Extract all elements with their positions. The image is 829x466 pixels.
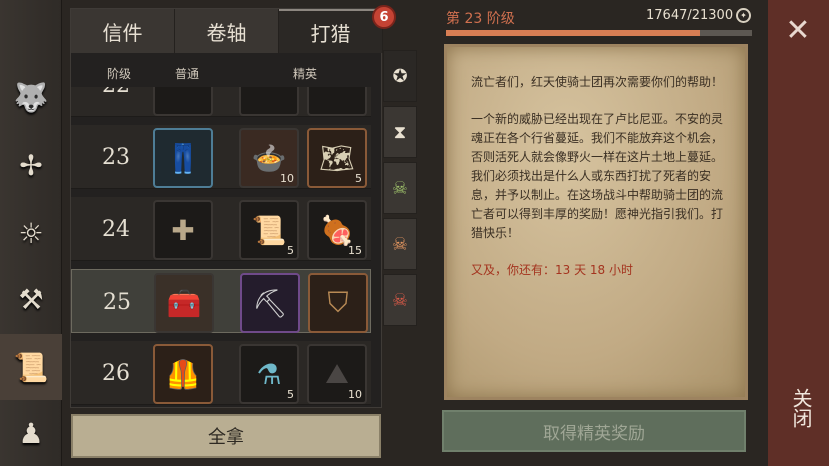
sidebar-item-events[interactable]: 📜 (0, 334, 62, 400)
reward-rows[interactable]: 22 23 👖 🍲 10 🗺 5 24 ✚ (71, 87, 383, 405)
reward-slot-elite[interactable]: 🗺 5 (307, 128, 367, 188)
skull-green-icon: ☠ (391, 177, 409, 199)
letter-intro: 流亡者们，红天使骑士团再次需要你们的帮助！ (471, 75, 724, 89)
hourglass-icon: ⧗ (393, 121, 407, 143)
stage-progress-fill (446, 30, 700, 36)
row-level: 23 (102, 144, 130, 170)
character-icon: ♟ (18, 416, 44, 450)
tab-scrolls[interactable]: 卷轴 (175, 9, 279, 53)
star-badge-icon: ✪ (392, 65, 408, 87)
reward-slot-normal[interactable]: 🦺 (153, 344, 213, 404)
empty-slot[interactable] (153, 87, 213, 116)
stage-progress-bar (446, 30, 752, 36)
claim-elite-rewards-button[interactable]: 取得精英奖励 (442, 410, 746, 452)
reward-slot-elite[interactable]: ⛉ (308, 273, 368, 333)
close-panel[interactable]: ✕ 关闭 (768, 0, 829, 466)
empty-slot[interactable] (307, 87, 367, 116)
stage-points: 17647/21300 (646, 8, 734, 23)
stew-bowl-icon: 🍲 (251, 141, 287, 175)
sidebar-item-emblem[interactable]: ✢ (0, 132, 62, 198)
side-button-skull-red[interactable]: ☠ (383, 274, 417, 326)
scroll-icon: 📜 (13, 350, 49, 384)
sidebar-item-wolf[interactable]: 🐺 (0, 64, 62, 130)
table-header: 阶级 普通 精英 (71, 57, 383, 87)
tab-bar: 信件 卷轴 打猎 6 (71, 5, 396, 53)
pants-icon: 👖 (165, 141, 201, 175)
reward-slot-elite[interactable]: 🍲 10 (239, 128, 299, 188)
reward-slot-elite[interactable]: 🍖 15 (307, 200, 367, 260)
letter-body: 一个新的威胁已经出现在了卢比尼亚。不安的灵魂正在各个行省蔓延。我们不能放弃这个机… (471, 112, 724, 240)
row-level: 24 (102, 216, 130, 242)
table-row: 24 ✚ 📜 5 🍖 15 (71, 197, 371, 261)
emblem-icon: ✢ (19, 148, 43, 182)
potion-icon: ⚗ (256, 357, 282, 391)
sidebar-item-craft[interactable]: ⚒ (0, 266, 62, 332)
chest-icon: 🧰 (166, 286, 202, 320)
reward-slot-elite[interactable]: 📜 5 (239, 200, 299, 260)
collect-all-button[interactable]: 全拿 (71, 414, 381, 458)
points-coin-icon: ✦ (736, 8, 751, 23)
side-button-hourglass[interactable]: ⧗ (383, 106, 417, 158)
left-sidebar: 🐺 ✢ ☼ ⚒ 📜 ♟ (0, 0, 62, 466)
blueprint-scroll-icon: 📜 (251, 213, 287, 247)
hammer-icon: ⚒ (18, 282, 44, 316)
row-level: 26 (102, 360, 130, 386)
sidebar-item-character[interactable]: ♟ (0, 400, 62, 466)
ore-pile-icon: ⛰ (325, 357, 349, 390)
side-button-skull-orange[interactable]: ☠ (383, 218, 417, 270)
reward-slot-normal[interactable]: 👖 (153, 128, 213, 188)
close-label[interactable]: 关闭 (782, 388, 816, 428)
side-filter-column: ✪ ⧗ ☠ ☠ ☠ (383, 50, 417, 330)
reward-slot-normal[interactable]: 🧰 (154, 273, 214, 333)
reward-slot-elite[interactable]: ⛰ 10 (307, 344, 367, 404)
column-header-normal: 普通 (175, 67, 200, 81)
skull-red-icon: ☠ (391, 289, 409, 311)
sun-book-icon: ☼ (18, 216, 44, 250)
time-remaining: 又及，你还有：13 天 18 小时 (471, 263, 633, 277)
crossbow-icon: ✚ (171, 213, 195, 247)
tab-letters[interactable]: 信件 (71, 9, 175, 53)
notification-badge: 6 (372, 5, 396, 29)
wolf-icon: 🐺 (13, 80, 49, 114)
event-letter: 流亡者们，红天使骑士团再次需要你们的帮助！ 一个新的威胁已经出现在了卢比尼亚。不… (444, 44, 748, 400)
table-row: 26 🦺 ⚗ 5 ⛰ 10 (71, 341, 371, 405)
empty-slot[interactable] (239, 87, 299, 116)
rewards-panel: 信件 卷轴 打猎 6 阶级 普通 精英 22 23 👖 🍲 10 (70, 5, 396, 408)
map-scroll-icon: 🗺 (319, 141, 355, 175)
row-level: 22 (81, 87, 151, 117)
column-header-level: 阶级 (107, 67, 132, 81)
meat-bowl-icon: 🍖 (319, 213, 355, 247)
side-button-skull-green[interactable]: ☠ (383, 162, 417, 214)
skull-orange-icon: ☠ (391, 233, 409, 255)
armor-icon: 🦺 (165, 357, 201, 391)
table-row: 23 👖 🍲 10 🗺 5 (71, 125, 371, 189)
reward-slot-elite[interactable]: ⚗ 5 (239, 344, 299, 404)
round-shield-icon: ⛉ (327, 286, 349, 319)
sidebar-item-book[interactable]: ☼ (0, 200, 62, 266)
close-icon[interactable]: ✕ (784, 13, 812, 48)
table-row: 22 (71, 87, 371, 117)
column-header-elite: 精英 (293, 67, 318, 81)
tab-hunting[interactable]: 打猎 6 (279, 5, 396, 53)
table-row-current: 25 🧰 ⛏ ⛉ (71, 269, 371, 333)
pickaxe-icon: ⛏ (252, 286, 288, 320)
stage-label: 第 23 阶级 (446, 11, 515, 27)
reward-slot-elite[interactable]: ⛏ (240, 273, 300, 333)
reward-slot-normal[interactable]: ✚ (153, 200, 213, 260)
row-level: 25 (103, 289, 131, 315)
side-button-star[interactable]: ✪ (383, 50, 417, 102)
